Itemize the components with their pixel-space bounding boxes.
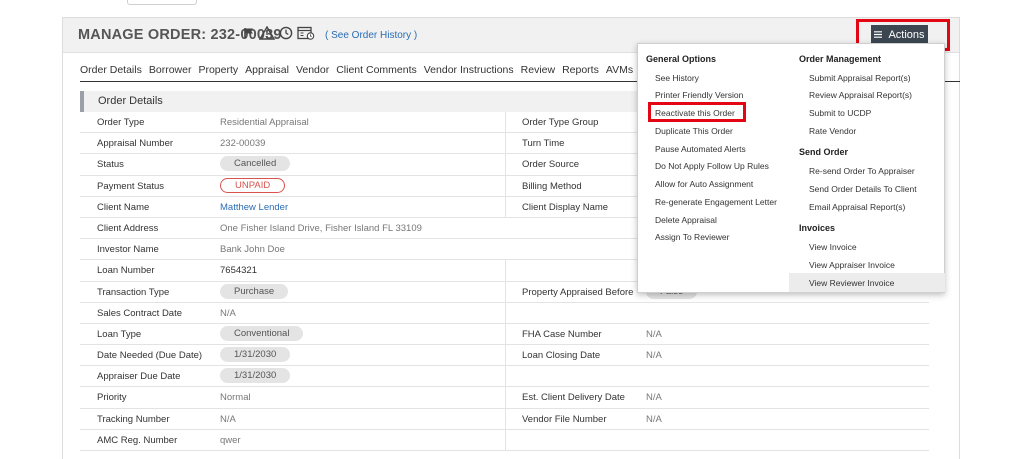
menu-item-delete-appraisal[interactable]: Delete Appraisal: [655, 215, 717, 225]
menu-item-regenerate-letter[interactable]: Re-generate Engagement Letter: [655, 197, 777, 207]
header-icons: [243, 26, 315, 40]
menu-item-view-invoice[interactable]: View Invoice: [809, 242, 857, 252]
send-order-heading: Send Order: [799, 147, 849, 157]
tab-property[interactable]: Property: [198, 64, 238, 76]
menu-item-email-report[interactable]: Email Appraisal Report(s): [809, 202, 905, 212]
tab-avms[interactable]: AVMs: [606, 64, 633, 76]
menu-item-no-follow-up[interactable]: Do Not Apply Follow Up Rules: [655, 161, 769, 171]
client-name-link[interactable]: Matthew Lender: [220, 202, 288, 213]
table-row: Appraiser Due Date 1/31/2030: [80, 366, 929, 388]
table-row: Priority Normal Est. Client Delivery Date N…: [80, 387, 929, 409]
transaction-type-badge: Purchase: [220, 283, 289, 299]
menu-item-view-reviewer-invoice[interactable]: View Reviewer Invoice: [809, 278, 894, 288]
see-order-history-link[interactable]: ( See Order History ): [325, 30, 417, 41]
menu-item-submit-report[interactable]: Submit Appraisal Report(s): [809, 73, 911, 83]
invoices-heading: Invoices: [799, 223, 836, 233]
warning-icon[interactable]: [259, 26, 275, 40]
actions-dropdown-menu: General Options See History Printer Frie…: [637, 43, 945, 293]
table-row: Loan Type Conventional FHA Case Number N/A: [80, 323, 929, 346]
tab-borrower[interactable]: Borrower: [149, 64, 192, 76]
menu-item-see-history[interactable]: See History: [655, 73, 699, 83]
table-row: Sales Contract Date N/A: [80, 302, 929, 324]
loan-type-badge: Conventional: [220, 325, 304, 341]
menu-item-auto-assignment[interactable]: Allow for Auto Assignment: [655, 179, 753, 189]
clock-icon[interactable]: [279, 26, 293, 40]
menu-item-rate-vendor[interactable]: Rate Vendor: [809, 126, 856, 136]
menu-item-pause-alerts[interactable]: Pause Automated Alerts: [655, 144, 746, 154]
menu-item-printer-friendly[interactable]: Printer Friendly Version: [655, 90, 743, 100]
menu-item-review-report[interactable]: Review Appraisal Report(s): [809, 90, 912, 100]
menu-item-resend-to-appraiser[interactable]: Re-send Order To Appraiser: [809, 166, 915, 176]
status-badge: Cancelled: [220, 156, 291, 172]
tab-review[interactable]: Review: [521, 64, 555, 76]
tab-appraisal[interactable]: Appraisal: [245, 64, 289, 76]
tab-order-details[interactable]: Order Details: [80, 64, 142, 76]
table-row: Date Needed (Due Date) 1/31/2030 Loan Clos…: [80, 345, 929, 367]
table-row: Tracking Number N/A Vendor File Number N/A: [80, 408, 929, 430]
menu-item-send-details-client[interactable]: Send Order Details To Client: [809, 184, 917, 194]
tab-vendor[interactable]: Vendor: [296, 64, 329, 76]
tab-vendor-instructions[interactable]: Vendor Instructions: [424, 64, 514, 76]
top-tab[interactable]: [127, 0, 197, 5]
menu-item-duplicate-order[interactable]: Duplicate This Order: [655, 126, 733, 136]
menu-item-assign-reviewer[interactable]: Assign To Reviewer: [655, 232, 730, 242]
tab-client-comments[interactable]: Client Comments: [336, 64, 417, 76]
order-management-heading: Order Management: [799, 54, 882, 64]
due-date-badge: 1/31/2030: [220, 347, 291, 363]
general-options-heading: General Options: [646, 54, 717, 64]
menu-item-view-appraiser-invoice[interactable]: View Appraiser Invoice: [809, 260, 895, 270]
reactivate-highlight-box: [648, 102, 746, 122]
tab-reports[interactable]: Reports: [562, 64, 599, 76]
calendar-clock-icon[interactable]: [297, 26, 315, 40]
flag-icon[interactable]: [243, 27, 255, 39]
payment-status-badge: UNPAID: [220, 177, 286, 193]
table-row: AMC Reg. Number qwer: [80, 429, 929, 451]
appraiser-due-date-badge: 1/31/2030: [220, 368, 291, 384]
menu-item-submit-ucdp[interactable]: Submit to UCDP: [809, 108, 871, 118]
